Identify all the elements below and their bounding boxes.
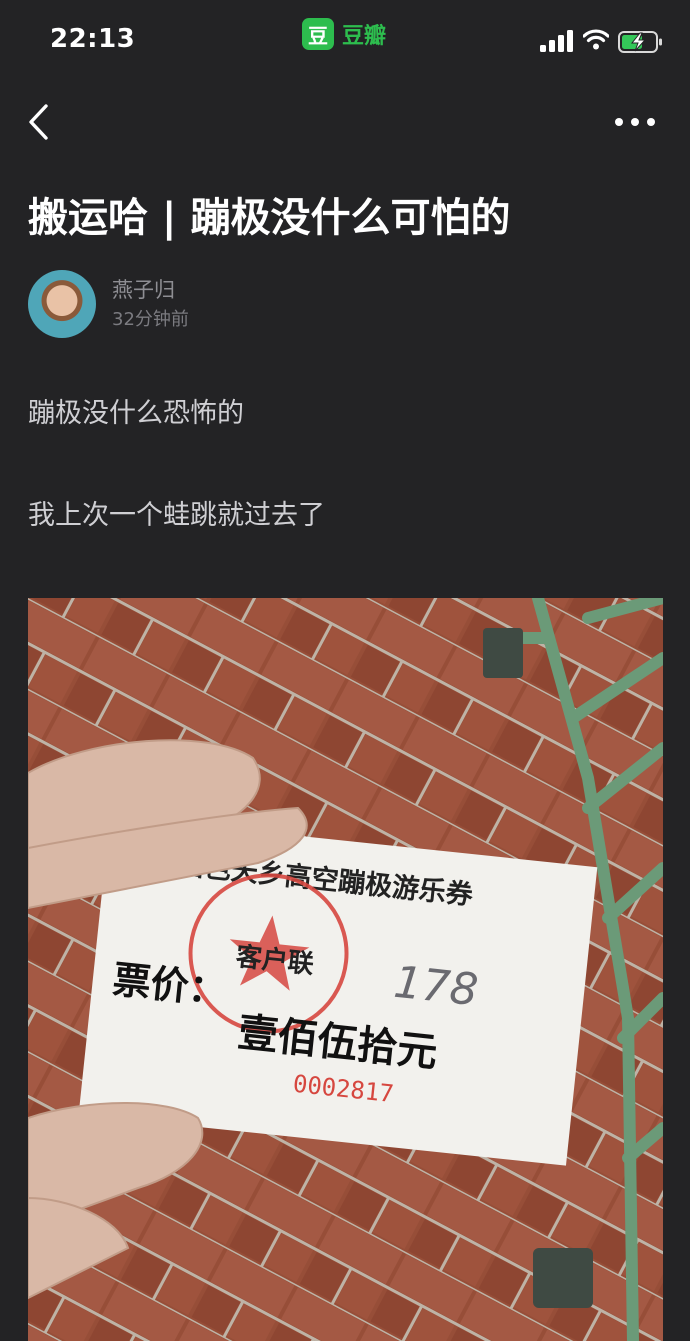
more-options-icon[interactable] <box>610 110 660 134</box>
status-time: 22:13 <box>50 24 136 54</box>
app-badge: 豆 豆瓣 <box>302 18 386 50</box>
battery-charging-icon <box>618 31 662 53</box>
author-meta: 燕子归 32分钟前 <box>112 275 189 333</box>
status-bar: 22:13 豆 豆瓣 <box>0 0 690 84</box>
post-paragraph: 蹦极没什么恐怖的 <box>28 398 244 429</box>
post-title: 搬运哈 | 蹦极没什么可怕的 <box>28 195 511 241</box>
avatar[interactable] <box>28 270 96 338</box>
ticket-photo: 温江国色天乡高空蹦极游乐券 客户联 票价： 壹佰伍拾元 178 0002817 <box>28 598 663 1341</box>
douban-logo-icon: 豆 <box>302 18 334 50</box>
back-chevron-icon[interactable] <box>24 100 54 144</box>
post-timestamp: 32分钟前 <box>112 309 189 330</box>
top-navigation <box>0 92 690 152</box>
app-name: 豆瓣 <box>342 24 387 49</box>
wifi-icon <box>583 29 609 50</box>
author-name[interactable]: 燕子归 <box>112 275 189 305</box>
cellular-signal-icon <box>540 30 573 52</box>
post-image[interactable]: 温江国色天乡高空蹦极游乐券 客户联 票价： 壹佰伍拾元 178 0002817 <box>28 598 663 1341</box>
ticket-handwritten-number: 178 <box>392 957 481 1016</box>
author-row[interactable]: 燕子归 32分钟前 <box>28 270 189 338</box>
post-paragraph: 我上次一个蛙跳就过去了 <box>28 500 325 531</box>
